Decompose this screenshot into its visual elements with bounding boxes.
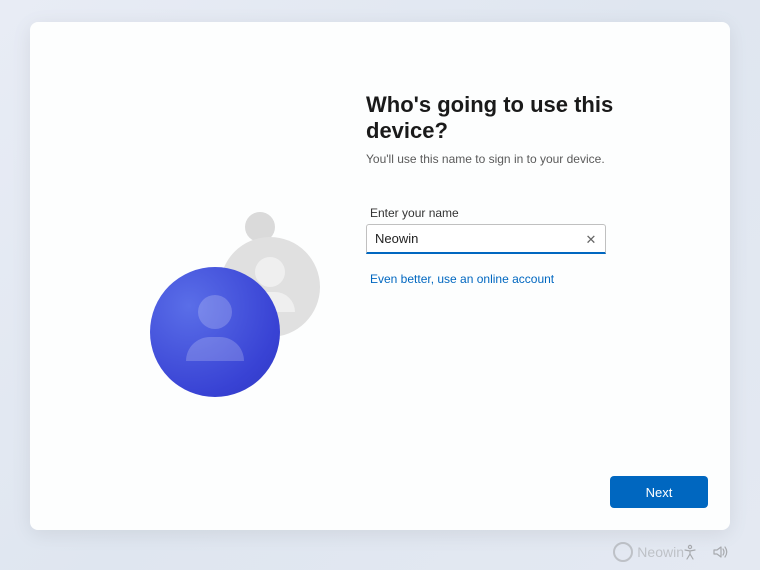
volume-icon[interactable] <box>712 544 730 560</box>
setup-card: Who's going to use this device? You'll u… <box>30 22 730 530</box>
illustration-pane <box>30 22 366 530</box>
taskbar-icons <box>682 544 730 560</box>
page-subtitle: You'll use this name to sign in to your … <box>366 152 686 166</box>
accessibility-icon[interactable] <box>682 544 698 560</box>
person-icon-primary <box>150 267 280 397</box>
avatar-illustration <box>140 212 340 412</box>
name-input[interactable] <box>366 224 606 254</box>
clear-input-button[interactable]: ✕ <box>582 230 600 248</box>
page-title: Who's going to use this device? <box>366 92 686 144</box>
watermark: Neowin <box>613 542 684 562</box>
watermark-logo-icon <box>613 542 633 562</box>
close-icon: ✕ <box>586 233 597 246</box>
name-input-wrap: ✕ <box>366 224 606 254</box>
content-pane: Who's going to use this device? You'll u… <box>366 22 730 530</box>
name-input-label: Enter your name <box>370 206 686 220</box>
watermark-text: Neowin <box>637 544 684 560</box>
next-button[interactable]: Next <box>610 476 708 508</box>
online-account-link[interactable]: Even better, use an online account <box>370 272 554 286</box>
